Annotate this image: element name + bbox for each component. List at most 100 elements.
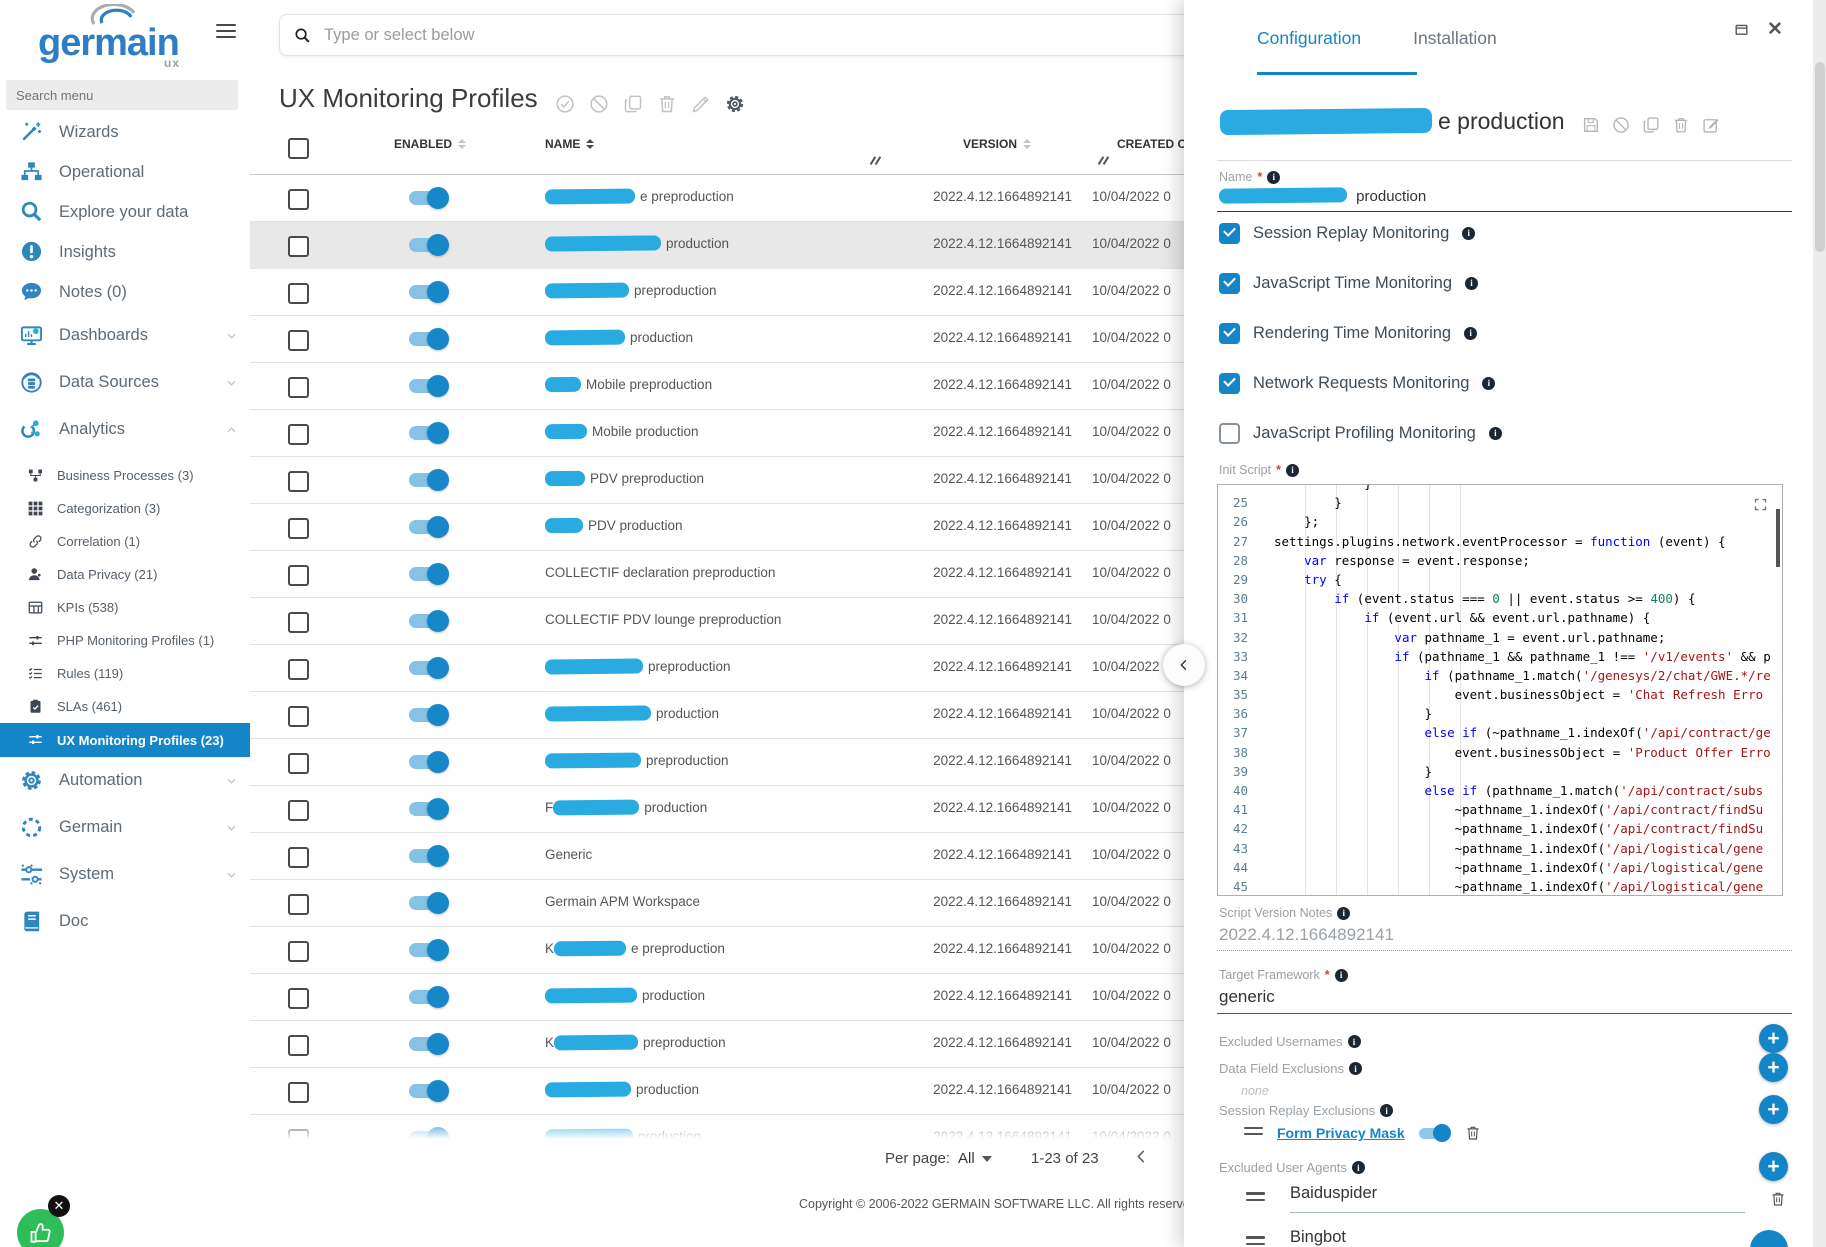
settings-gear-icon[interactable] [725, 94, 745, 114]
menu-toggle-icon[interactable] [216, 24, 236, 42]
approve-icon[interactable] [555, 94, 575, 114]
row-checkbox[interactable] [288, 330, 309, 351]
row-checkbox[interactable] [288, 424, 309, 445]
delete-icon[interactable] [1672, 116, 1690, 134]
row-checkbox[interactable] [288, 988, 309, 1009]
fullscreen-icon[interactable] [1753, 497, 1768, 512]
name-field-value[interactable]: production [1219, 188, 1426, 205]
row-checkbox[interactable] [288, 659, 309, 680]
sort-icon-active[interactable] [586, 139, 594, 149]
enabled-toggle[interactable] [409, 234, 449, 256]
info-icon[interactable]: i [1489, 427, 1502, 440]
sidebar-item-doc[interactable]: Doc [0, 898, 250, 945]
restore-window-icon[interactable] [1734, 22, 1749, 37]
checkbox[interactable] [1219, 373, 1240, 394]
info-icon[interactable]: i [1380, 1104, 1393, 1117]
editor-scrollbar[interactable] [1776, 509, 1781, 567]
sidebar-item-insights[interactable]: Insights [0, 232, 250, 272]
row-checkbox[interactable] [288, 847, 309, 868]
sidebar-item-business-processes-3[interactable]: Business Processes (3) [0, 459, 250, 492]
enabled-toggle[interactable] [409, 1127, 449, 1143]
drag-handle-icon[interactable] [1244, 1127, 1263, 1140]
sidebar-item-data-privacy-21[interactable]: Data Privacy (21) [0, 558, 250, 591]
sidebar-item-wizards[interactable]: Wizards [0, 112, 250, 152]
edit-icon[interactable] [1702, 116, 1720, 134]
sidebar-item-kpis-538[interactable]: KPIs (538) [0, 591, 250, 624]
info-icon[interactable]: i [1267, 171, 1280, 184]
enabled-toggle[interactable] [409, 281, 449, 303]
enabled-toggle[interactable] [409, 375, 449, 397]
user-agent-value[interactable]: Bingbot [1290, 1228, 1745, 1247]
checkbox[interactable] [1219, 223, 1240, 244]
enabled-toggle[interactable] [409, 563, 449, 585]
tab-installation[interactable]: Installation [1413, 28, 1497, 67]
row-checkbox[interactable] [288, 753, 309, 774]
row-checkbox[interactable] [288, 471, 309, 492]
disable-icon[interactable] [1612, 116, 1630, 134]
sidebar-item-categorization-3[interactable]: Categorization (3) [0, 492, 250, 525]
trash-icon[interactable] [1465, 1125, 1481, 1141]
sidebar-item-dashboards[interactable]: Dashboards [0, 312, 250, 359]
scrollbar-thumb[interactable] [1815, 62, 1825, 252]
duplicate-icon[interactable] [1642, 116, 1660, 134]
row-checkbox[interactable] [288, 1129, 309, 1143]
info-icon[interactable]: i [1465, 277, 1478, 290]
add-excluded-username-button[interactable]: + [1759, 1024, 1788, 1053]
row-checkbox[interactable] [288, 800, 309, 821]
sidebar-item-slas-461[interactable]: SLAs (461) [0, 690, 250, 723]
enabled-toggle[interactable] [409, 845, 449, 867]
add-session-replay-exclusion-button[interactable]: + [1759, 1095, 1788, 1124]
info-icon[interactable]: i [1348, 1035, 1361, 1048]
enabled-toggle[interactable] [409, 469, 449, 491]
row-checkbox[interactable] [288, 518, 309, 539]
sidebar-item-operational[interactable]: Operational [0, 152, 250, 192]
enabled-toggle[interactable] [409, 422, 449, 444]
duplicate-icon[interactable] [623, 94, 643, 114]
enabled-toggle[interactable] [409, 986, 449, 1008]
checkbox[interactable] [1219, 273, 1240, 294]
enabled-toggle[interactable] [409, 798, 449, 820]
column-header-enabled[interactable]: ENABLED [394, 137, 466, 151]
add-excluded-user-agent-button[interactable]: + [1759, 1152, 1788, 1181]
sidebar-item-php-monitoring-profiles-1[interactable]: PHP Monitoring Profiles (1) [0, 624, 250, 657]
row-checkbox[interactable] [288, 565, 309, 586]
add-data-field-exclusion-button[interactable]: + [1759, 1053, 1788, 1082]
enabled-toggle[interactable] [409, 1080, 449, 1102]
sort-icon[interactable] [458, 139, 466, 149]
row-checkbox[interactable] [288, 706, 309, 727]
row-checkbox[interactable] [288, 283, 309, 304]
row-checkbox[interactable] [288, 1082, 309, 1103]
row-checkbox[interactable] [288, 941, 309, 962]
per-page-select[interactable]: All [958, 1150, 992, 1167]
panel-collapse-button[interactable] [1163, 644, 1205, 686]
sidebar-item-explore-your-data[interactable]: Explore your data [0, 192, 250, 232]
enabled-toggle[interactable] [409, 704, 449, 726]
column-resize-handle[interactable] [868, 156, 882, 166]
info-icon[interactable]: i [1482, 377, 1495, 390]
sidebar-item-analytics[interactable]: Analytics [0, 406, 250, 453]
enabled-toggle[interactable] [409, 516, 449, 538]
script-version-value[interactable]: 2022.4.12.1664892141 [1219, 925, 1394, 945]
sidebar-item-automation[interactable]: Automation [0, 757, 250, 804]
column-header-name[interactable]: NAME [545, 137, 594, 151]
trash-icon[interactable] [1770, 1191, 1786, 1207]
checkbox[interactable] [1219, 323, 1240, 344]
sidebar-item-system[interactable]: System [0, 851, 250, 898]
drag-handle-icon[interactable] [1246, 1236, 1265, 1247]
edit-icon[interactable] [691, 94, 711, 114]
row-checkbox[interactable] [288, 236, 309, 257]
form-privacy-mask-toggle[interactable] [1419, 1124, 1451, 1142]
close-panel-icon[interactable]: ✕ [1767, 22, 1783, 37]
sidebar-item-correlation-1[interactable]: Correlation (1) [0, 525, 250, 558]
row-checkbox[interactable] [288, 1035, 309, 1056]
column-resize-handle[interactable] [1096, 156, 1110, 166]
user-agent-value[interactable]: Baiduspider [1290, 1184, 1745, 1213]
feedback-close-icon[interactable]: ✕ [48, 1195, 70, 1217]
info-icon[interactable]: i [1464, 327, 1477, 340]
checkbox[interactable] [1219, 423, 1240, 444]
enabled-toggle[interactable] [409, 1033, 449, 1055]
sidebar-item-germain[interactable]: Germain [0, 804, 250, 851]
sidebar-item-ux-monitoring-profiles-23[interactable]: UX Monitoring Profiles (23) [0, 723, 250, 757]
drag-handle-icon[interactable] [1246, 1192, 1265, 1205]
enabled-toggle[interactable] [409, 939, 449, 961]
